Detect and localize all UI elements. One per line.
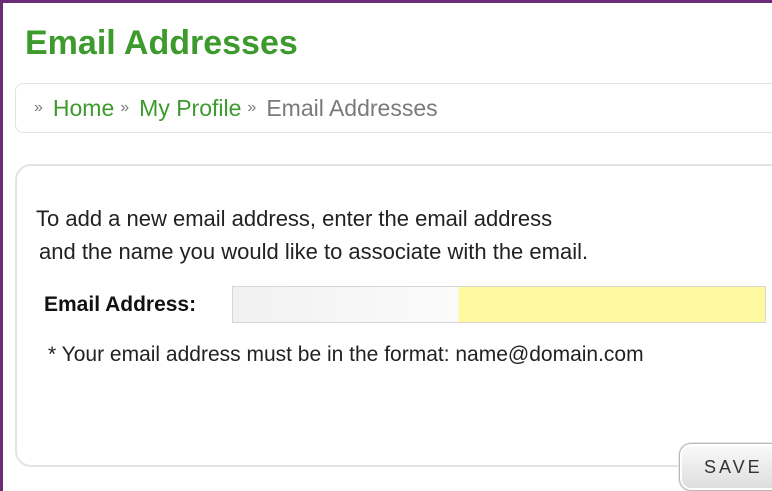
save-button[interactable]: SAVE [679,443,772,491]
page-title: Email Addresses [25,24,298,62]
breadcrumb-current: Email Addresses [266,94,438,121]
breadcrumb-my-profile-link[interactable]: My Profile [139,95,241,122]
breadcrumb-separator: » [120,99,130,116]
page: Email Addresses » Home » My Profile » Em… [0,0,772,491]
email-format-hint: * Your email address must be in the form… [48,343,644,366]
breadcrumb-home-link[interactable]: Home [53,95,114,122]
breadcrumb-separator: » [34,99,43,116]
form-instructions: To add a new email address, enter the em… [36,202,588,268]
instructions-line-1: To add a new email address, enter the em… [36,206,553,231]
email-address-input[interactable] [232,286,766,323]
email-address-label: Email Address: [44,293,197,316]
instructions-line-2: and the name you would like to associate… [39,239,589,264]
breadcrumb: » Home » My Profile » Email Addresses [15,83,772,133]
breadcrumb-separator: » [247,99,257,116]
